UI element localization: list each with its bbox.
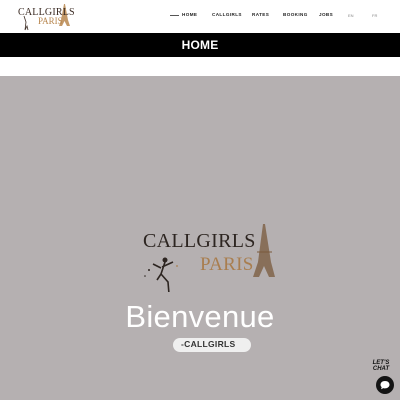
chat-badge-line2: CHAT [372,366,390,372]
callgirls-tag-button[interactable]: -CALLGIRLS [173,338,251,352]
spacer [0,57,400,76]
logo-word-paris: PARIS [38,16,63,26]
chat-bubble-icon [380,381,390,390]
nav-item-home[interactable]: HOME [169,12,197,17]
site-logo[interactable]: CALLGIRLS PARIS [16,2,76,32]
page-title: HOME [181,38,219,52]
page-title-bar: HOME [0,33,400,57]
lang-en-flag[interactable]: EN [348,13,354,18]
nav-item-booking[interactable]: BOOKING [283,12,308,17]
callgirls-tag-label: -CALLGIRLS [181,339,236,349]
nav-item-rates[interactable]: RATES [252,12,269,17]
hero-section: CALLGIRLS PARIS Bienvenue -CALLGIRLS LET… [0,76,400,400]
hero-logo: CALLGIRLS PARIS [135,222,295,295]
nav-item-jobs[interactable]: JOBS [319,12,333,17]
chat-button[interactable] [376,376,394,394]
hero-logo-callgirls: CALLGIRLS [143,230,256,252]
nav-item-callgirls[interactable]: CALLGIRLS [212,12,242,17]
site-header: CALLGIRLS PARIS HOME CALLGIRLS RATES BOO… [0,0,400,33]
welcome-heading: Bienvenue [125,299,275,334]
lets-chat-badge[interactable]: LET'S CHAT [369,360,393,376]
hero-logo-paris: PARIS [200,254,254,275]
lang-fr-flag[interactable]: FR [372,13,377,18]
